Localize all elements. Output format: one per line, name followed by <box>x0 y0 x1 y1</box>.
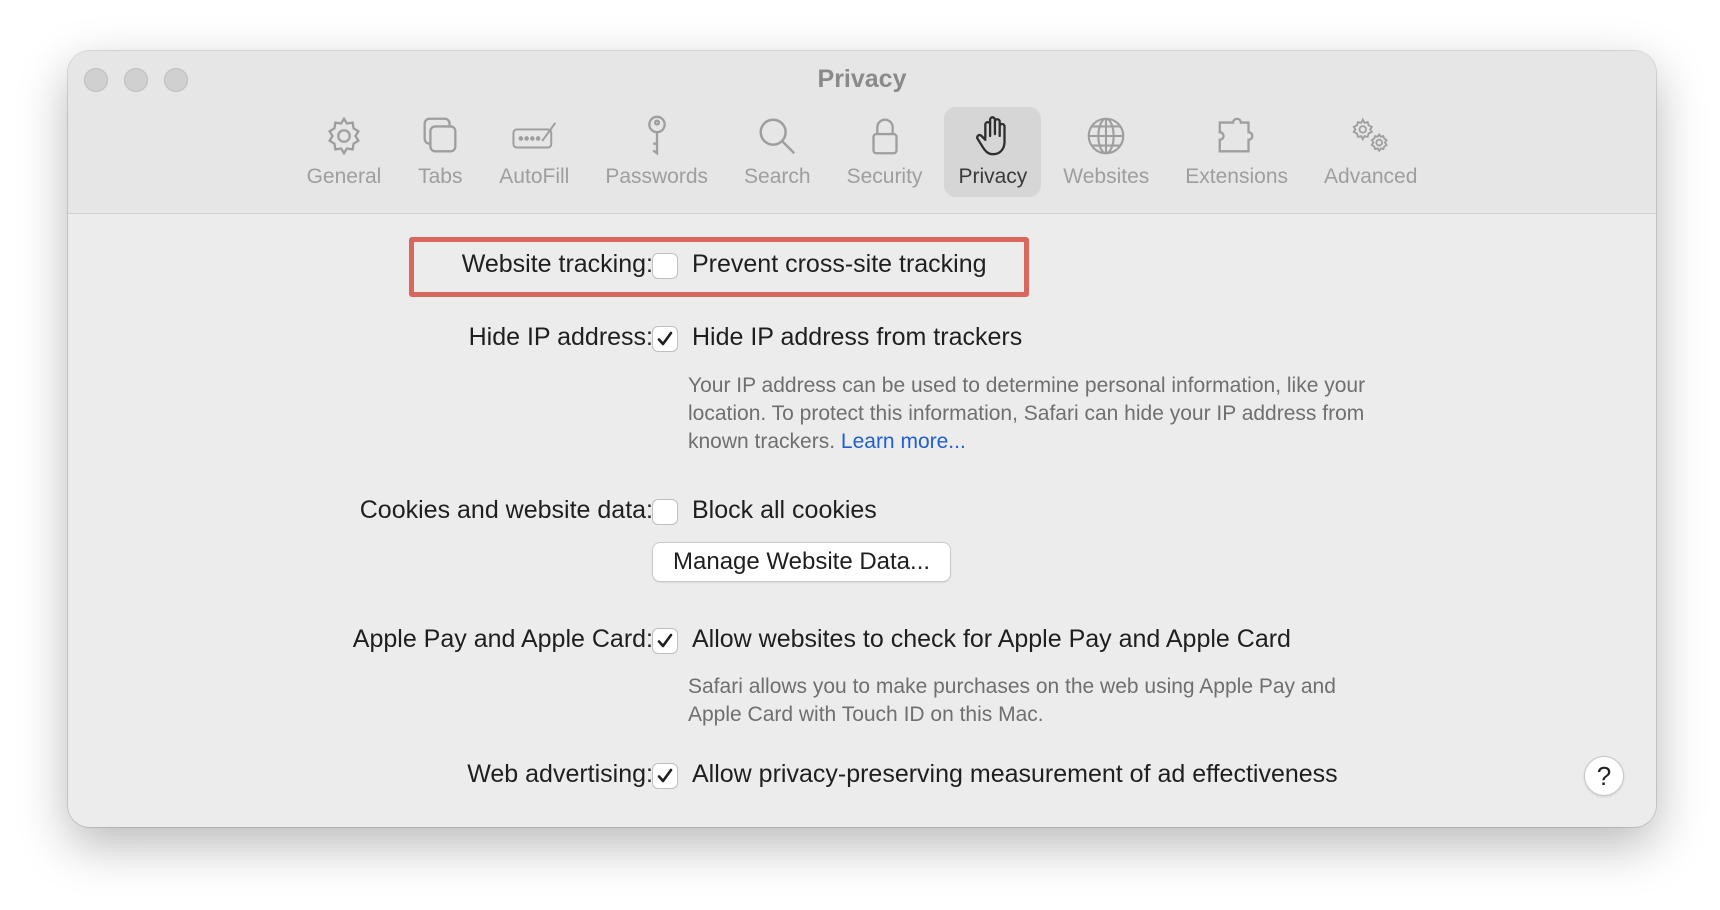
preferences-toolbar: General Tabs AutoFill Passwords Search S… <box>68 107 1656 197</box>
tab-security-label: Security <box>846 165 923 188</box>
prevent-cross-site-tracking-text[interactable]: Prevent cross-site tracking <box>692 250 987 279</box>
puzzle-icon <box>1218 117 1254 153</box>
tab-search[interactable]: Search <box>730 107 825 197</box>
tab-passwords-label: Passwords <box>605 165 709 188</box>
tabs-icon <box>423 117 457 153</box>
ad-measurement-checkbox[interactable] <box>652 763 678 789</box>
gears-icon <box>1352 117 1388 153</box>
tab-search-label: Search <box>744 165 811 188</box>
hide-ip-checkbox[interactable] <box>652 326 678 352</box>
learn-more-link[interactable]: Learn more... <box>841 430 966 453</box>
web-advertising-label: Web advertising: <box>467 760 653 788</box>
help-button[interactable]: ? <box>1584 756 1624 796</box>
hide-ip-description: Your IP address can be used to determine… <box>688 372 1368 456</box>
cookies-label: Cookies and website data: <box>359 496 653 524</box>
tab-advanced-label: Advanced <box>1324 165 1418 188</box>
tab-tabs[interactable]: Tabs <box>403 107 477 197</box>
apple-pay-text[interactable]: Allow websites to check for Apple Pay an… <box>692 625 1291 654</box>
checkmark-icon <box>657 768 673 783</box>
tab-websites[interactable]: Websites <box>1049 107 1163 197</box>
tab-tabs-label: Tabs <box>418 165 463 188</box>
tab-autofill[interactable]: AutoFill <box>485 107 583 197</box>
window-title: Privacy <box>817 65 907 93</box>
search-icon <box>759 118 796 155</box>
manage-website-data-button[interactable]: Manage Website Data... <box>652 542 952 582</box>
tab-general[interactable]: General <box>293 107 396 197</box>
tab-advanced[interactable]: Advanced <box>1310 107 1431 197</box>
tab-security[interactable]: Security <box>833 107 937 197</box>
prevent-cross-site-tracking-checkbox[interactable] <box>652 253 678 279</box>
hand-icon <box>975 116 1006 156</box>
tab-extensions[interactable]: Extensions <box>1171 107 1302 197</box>
gear-icon <box>327 116 360 156</box>
apple-pay-description: Safari allows you to make purchases on t… <box>688 675 1336 726</box>
hide-ip-label: Hide IP address: <box>468 323 653 351</box>
block-all-cookies-checkbox[interactable] <box>652 499 678 525</box>
tab-autofill-label: AutoFill <box>499 165 570 188</box>
title-bar: Privacy General Tabs AutoFill Passwords … <box>68 51 1656 214</box>
apple-pay-label: Apple Pay and Apple Card: <box>352 625 653 653</box>
hide-ip-description-text: Your IP address can be used to determine… <box>688 374 1366 453</box>
tab-general-label: General <box>306 165 382 188</box>
preferences-window: Privacy General Tabs AutoFill Passwords … <box>68 51 1656 827</box>
lock-icon <box>871 118 898 155</box>
website-tracking-label: Website tracking: <box>461 250 653 278</box>
tab-passwords[interactable]: Passwords <box>591 107 722 197</box>
tab-privacy-label: Privacy <box>958 165 1028 188</box>
tab-websites-label: Websites <box>1063 165 1150 188</box>
key-icon <box>647 115 666 156</box>
checkmark-icon <box>657 633 673 648</box>
tab-privacy[interactable]: Privacy <box>944 107 1042 197</box>
globe-icon <box>1087 117 1125 155</box>
block-all-cookies-text[interactable]: Block all cookies <box>692 496 877 525</box>
hide-ip-text[interactable]: Hide IP address from trackers <box>692 323 1022 352</box>
checkmark-icon <box>657 331 673 346</box>
privacy-settings-pane: Website tracking: Prevent cross-site tra… <box>68 214 1656 827</box>
apple-pay-checkbox[interactable] <box>652 628 678 654</box>
autofill-icon <box>512 122 557 149</box>
tab-extensions-label: Extensions <box>1185 165 1289 188</box>
ad-measurement-text[interactable]: Allow privacy-preserving measurement of … <box>692 760 1338 789</box>
